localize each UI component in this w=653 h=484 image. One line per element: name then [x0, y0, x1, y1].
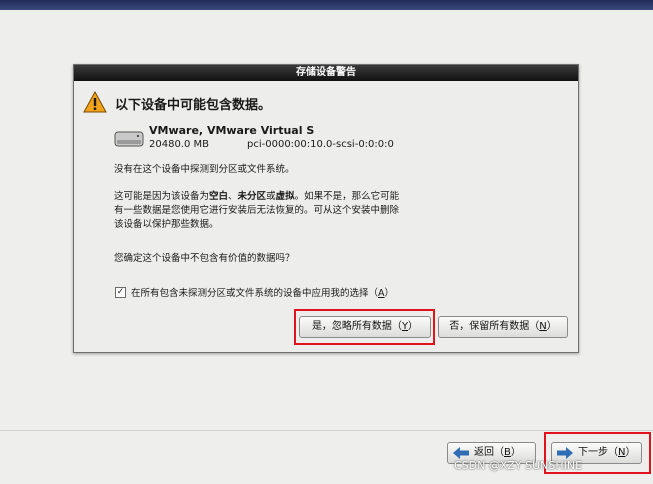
device-path: pci-0000:00:10.0-scsi-0:0:0:0: [247, 139, 394, 150]
top-banner: [0, 0, 653, 10]
arrow-left-icon: [453, 447, 469, 459]
csdn-watermark: CSDN @XZY SUNSHINE: [454, 459, 583, 472]
bottom-divider: [0, 430, 653, 431]
apply-to-all-label[interactable]: 在所有包含未探测分区或文件系统的设备中应用我的选择（A）: [131, 285, 394, 299]
hard-disk-icon: [114, 131, 144, 147]
reason-line-3: 该设备以保护那些数据。: [114, 219, 219, 230]
warning-icon: [83, 91, 107, 113]
device-name: VMware, VMware Virtual S: [149, 124, 315, 137]
dialog-title: 存储设备警告: [74, 65, 578, 81]
no-partitions-message: 没有在这个设备中探测到分区或文件系统。: [114, 164, 295, 175]
confirm-message: 您确定这个设备中不包含有价值的数据吗？: [114, 253, 295, 264]
device-size: 20480.0 MB: [149, 139, 210, 150]
dialog-headline: 以下设备中可能包含数据。: [115, 98, 272, 113]
reason-line-1: 这可能是因为该设备为空白、未分区或虚拟。如果不是，那么它可能: [114, 191, 400, 202]
keep-all-data-button[interactable]: 否，保留所有数据（N）: [438, 316, 568, 338]
reason-message: 这可能是因为该设备为空白、未分区或虚拟。如果不是，那么它可能 有一些数据是您使用…: [114, 190, 399, 232]
apply-to-all-checkbox[interactable]: ✓: [115, 287, 126, 298]
highlight-yes-button: [294, 309, 435, 345]
reason-line-2: 有一些数据是您使用它进行安装后无法恢复的。可从这个安装中删除: [114, 205, 400, 216]
